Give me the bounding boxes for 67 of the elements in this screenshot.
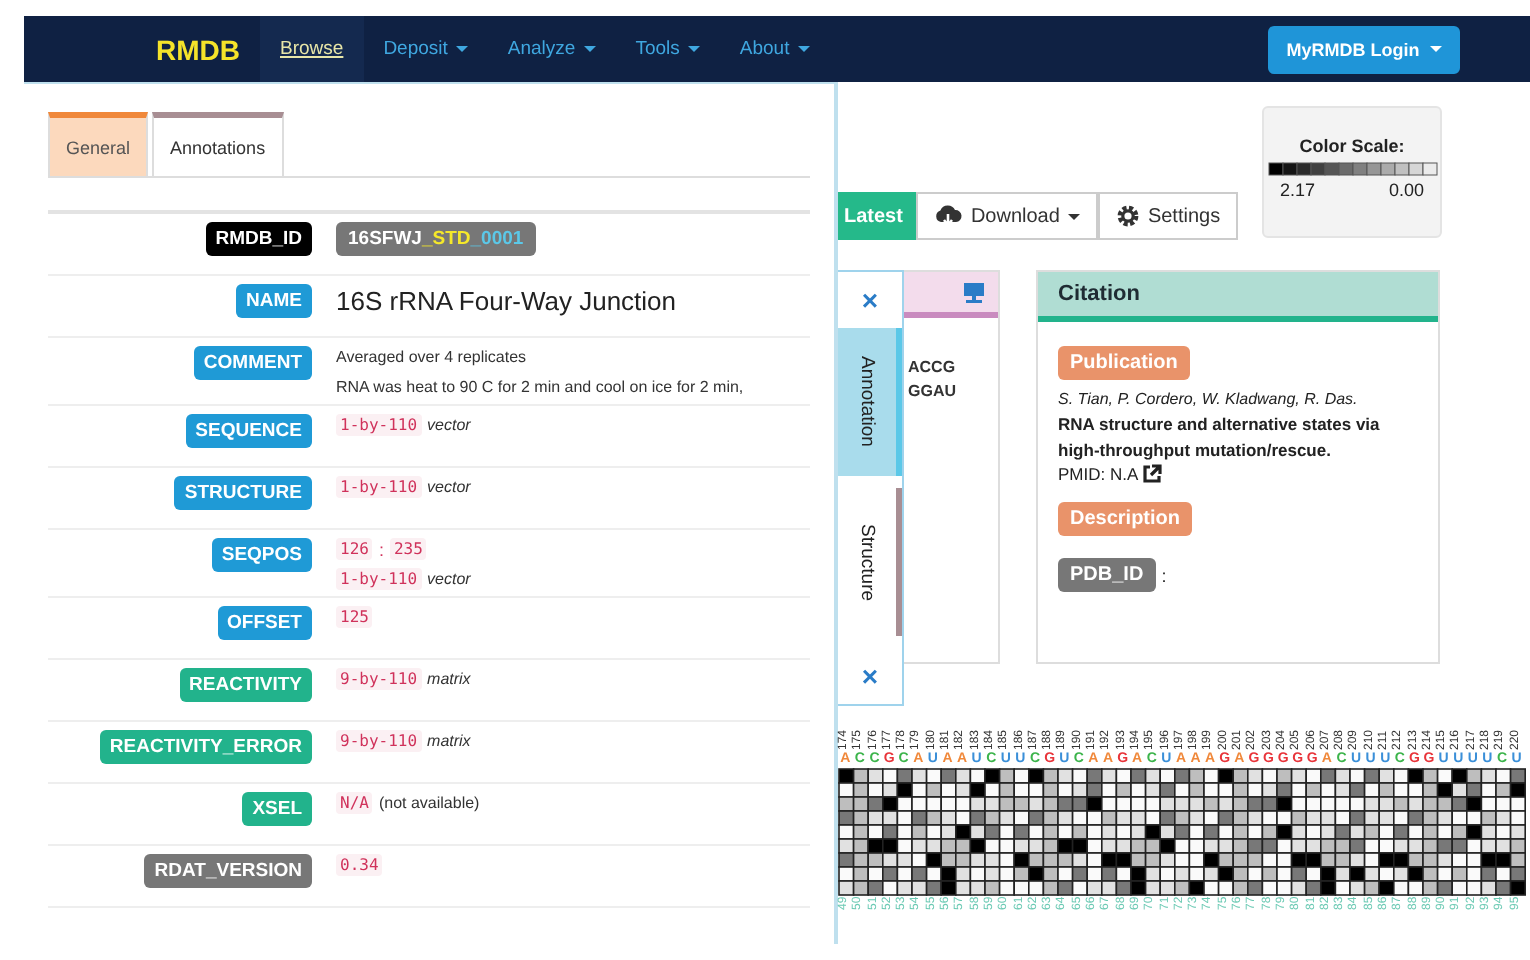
code-value: 235 <box>389 538 427 560</box>
field-label: STRUCTURE <box>174 476 312 510</box>
nav-link[interactable]: Tools <box>615 16 720 82</box>
nav-link[interactable]: Deposit <box>363 16 488 82</box>
field-label: OFFSET <box>217 606 312 640</box>
caret-icon <box>455 46 468 52</box>
type-note: vector <box>427 478 471 496</box>
code-value: 1-by-110 <box>336 568 422 590</box>
field-label: SEQUENCE <box>185 414 312 448</box>
field-label: COMMENT <box>193 346 312 380</box>
monitor-icon <box>962 281 986 303</box>
nav-link[interactable]: Analyze <box>487 16 616 82</box>
type-note: matrix <box>427 670 471 688</box>
comment-text: RNA was heat to 90 C for 2 min and cool on ice for 2 min, <box>336 376 744 398</box>
scale-min: 0.00 <box>1388 180 1424 200</box>
field-label: RDAT_VERSION <box>144 854 312 888</box>
field-label: SEQPOS <box>211 538 312 572</box>
external-link-icon <box>1142 464 1163 484</box>
color-scale-title: Color Scale: <box>1299 136 1405 156</box>
pdb-value: : <box>1161 565 1167 585</box>
code-value: 1-by-110 <box>336 414 422 436</box>
field-label: REACTIVITY_ERROR <box>99 730 312 764</box>
download-button[interactable]: Download <box>916 192 1098 240</box>
type-note: (not available) <box>378 794 480 812</box>
sequence-text: ACCG <box>906 358 958 376</box>
gear-icon <box>1115 204 1140 228</box>
comment-text: Averaged over 4 replicates <box>336 346 529 368</box>
cloud-download-icon <box>934 204 963 228</box>
logo[interactable]: RMDB <box>156 33 240 65</box>
card-title: Citation <box>1038 272 1438 322</box>
side-tab[interactable]: Annotation <box>838 327 902 476</box>
login-button[interactable]: MyRMDB Login <box>1268 25 1460 73</box>
type-note: vector <box>427 416 471 434</box>
caret-icon <box>1429 46 1442 52</box>
caret-icon <box>687 46 700 52</box>
caret-icon <box>797 46 810 52</box>
section-label: Publication <box>1058 346 1190 380</box>
field-label: REACTIVITY <box>179 668 312 702</box>
code-value: N/A <box>336 792 373 814</box>
pmid-text: PMID: N.A <box>1058 464 1139 484</box>
field-label: RMDB_ID <box>205 222 312 256</box>
tab[interactable]: Annotations <box>152 112 284 176</box>
code-value: 9-by-110 <box>336 668 422 690</box>
field-label: NAME <box>236 284 312 318</box>
scale-max: 2.17 <box>1280 180 1316 200</box>
name-value: 16S rRNA Four-Way Junction <box>336 284 677 316</box>
type-note: matrix <box>427 732 471 750</box>
settings-button[interactable]: Settings <box>1097 192 1239 240</box>
author-list: S. Tian, P. Cordero, W. Kladwang, R. Das. <box>1058 390 1358 408</box>
field-label: XSEL <box>242 792 312 826</box>
field-label: PDB_ID <box>1058 558 1156 592</box>
separator: : <box>378 539 384 559</box>
caret-icon <box>1067 213 1080 219</box>
code-value: 9-by-110 <box>336 730 422 752</box>
tab[interactable]: General <box>48 112 149 176</box>
nav-link[interactable]: About <box>719 16 830 82</box>
code-value: 1-by-110 <box>336 476 422 498</box>
id-value: 16SFWJ_STD_0001 <box>336 222 536 256</box>
caret-icon <box>583 46 596 52</box>
nav-link[interactable]: Browse <box>260 16 364 82</box>
code-value: 0.34 <box>336 854 383 876</box>
type-note: vector <box>427 570 471 588</box>
code-value: 125 <box>336 606 373 628</box>
section-label: Description <box>1058 502 1193 536</box>
code-value: 126 <box>336 538 373 560</box>
paper-title: RNA structure and alternative states via high-throughput mutation/rescue. <box>1058 412 1382 464</box>
sequence-text: GGAU <box>906 382 958 400</box>
